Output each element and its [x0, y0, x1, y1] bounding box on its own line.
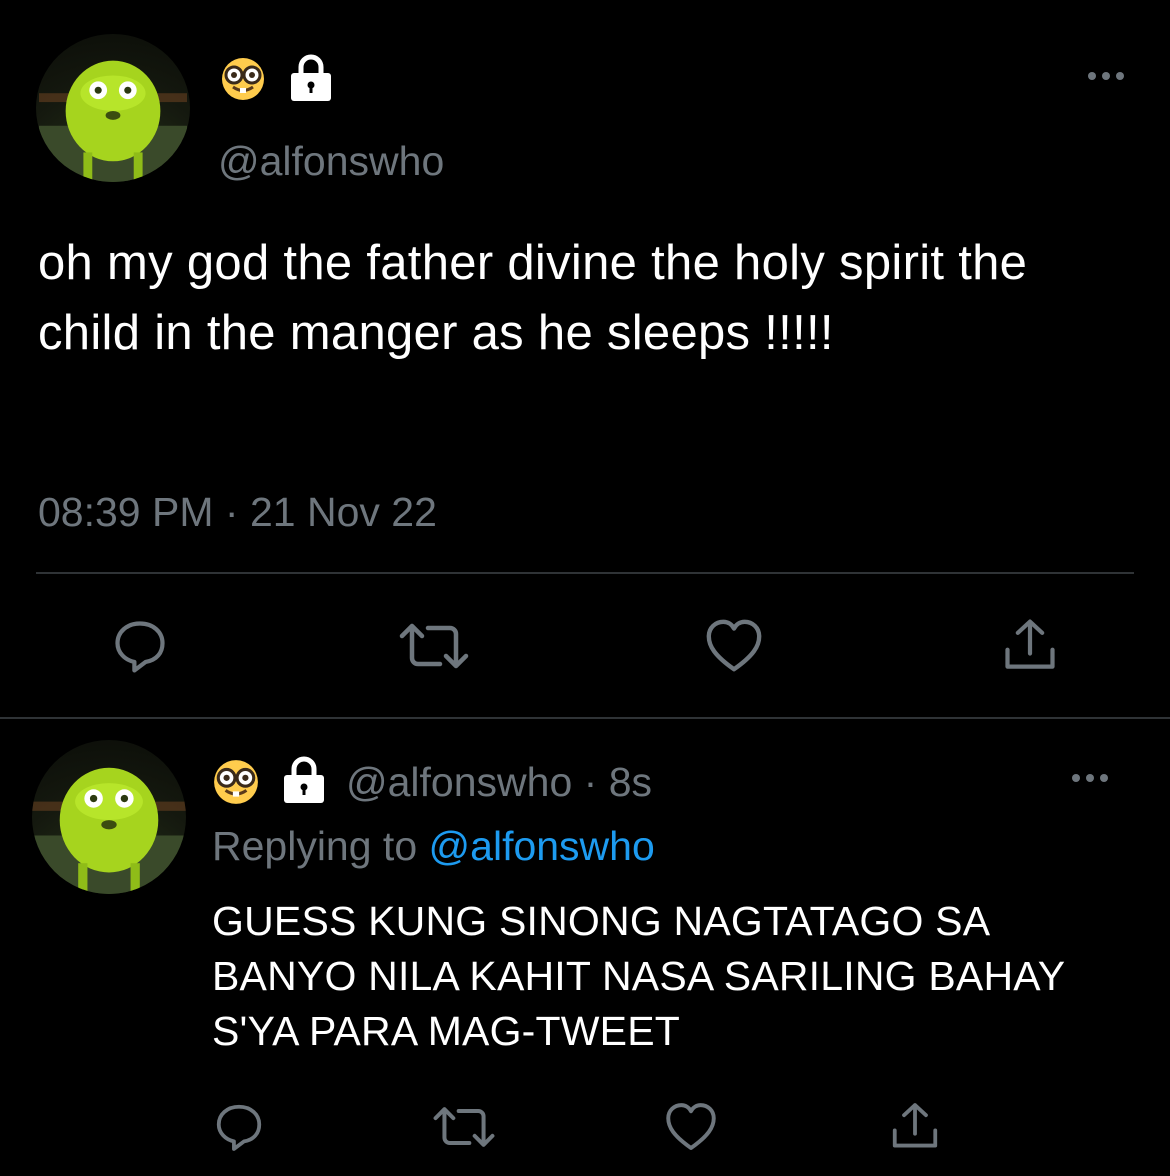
- lock-icon: [280, 754, 328, 804]
- replying-handle-link[interactable]: @alfonswho: [429, 823, 655, 869]
- retweet-icon[interactable]: [432, 1098, 496, 1156]
- avatar[interactable]: [36, 34, 190, 182]
- timestamp: 08:39 PM · 21 Nov 22: [38, 486, 437, 538]
- share-icon[interactable]: [886, 1098, 944, 1156]
- tweet-time: 08:39 PM: [38, 489, 214, 535]
- reply-icon[interactable]: [210, 1098, 268, 1156]
- timestamp-separator: ·: [224, 489, 239, 535]
- tweet-age: 8s: [608, 759, 653, 805]
- more-options-icon[interactable]: [1088, 70, 1124, 82]
- reply-icon[interactable]: [108, 614, 172, 678]
- lock-icon: [287, 52, 335, 102]
- avatar-image: [32, 767, 186, 894]
- handle[interactable]: @alfonswho: [218, 136, 444, 186]
- reply-text: GUESS KUNG SINONG NAGTATAGO SA BANYO NIL…: [212, 898, 1065, 1054]
- replying-to: Replying to @alfonswho: [212, 820, 655, 872]
- like-icon[interactable]: [702, 614, 766, 678]
- nerd-face-emoji: [220, 56, 266, 102]
- tweet-date: 21 Nov 22: [249, 489, 437, 535]
- reply-avatar[interactable]: [32, 740, 186, 894]
- tweet-separator: [0, 717, 1170, 719]
- divider: [36, 572, 1134, 574]
- retweet-icon[interactable]: [398, 614, 470, 678]
- share-icon[interactable]: [998, 614, 1062, 678]
- handle[interactable]: @alfonswho: [346, 759, 572, 805]
- like-icon[interactable]: [662, 1098, 720, 1156]
- replying-prefix: Replying to: [212, 823, 418, 869]
- nerd-face-emoji: [212, 758, 260, 806]
- reply-meta: @alfonswho · 8s: [346, 756, 652, 808]
- meta-separator: ·: [583, 759, 598, 805]
- more-options-icon[interactable]: [1072, 772, 1108, 784]
- avatar-image: [39, 60, 187, 182]
- tweet-text: oh my god the father divine the holy spi…: [38, 236, 1028, 360]
